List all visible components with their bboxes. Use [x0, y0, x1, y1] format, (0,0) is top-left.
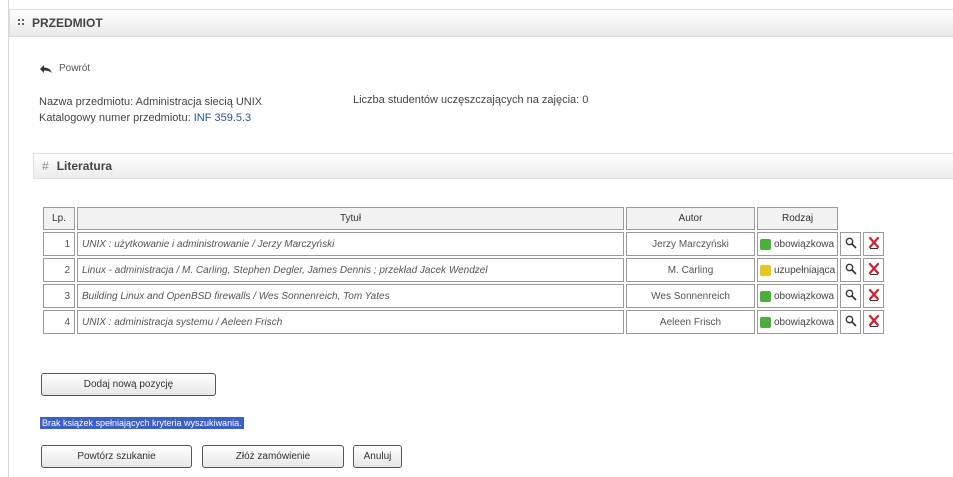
col-author: Autor [626, 207, 755, 230]
row-title: UNIX : administracja systemu / Aeleen Fr… [77, 310, 624, 334]
row-type: uzupełniająca [757, 258, 839, 282]
col-type: Rodzaj [757, 207, 839, 230]
row-lp: 2 [43, 258, 75, 282]
view-cell[interactable] [840, 232, 862, 256]
cancel-button[interactable]: Anuluj [353, 445, 402, 468]
catalog-number: INF 359.5.3 [193, 112, 252, 124]
delete-icon[interactable] [868, 236, 880, 249]
col-blank [863, 207, 884, 230]
students-count: 0 [582, 94, 589, 106]
delete-icon[interactable] [868, 262, 880, 275]
course-info: Nazwa przedmiotu: Administracja siecią U… [39, 94, 262, 126]
repeat-search-button[interactable]: Powtórz szukanie [41, 445, 192, 468]
place-order-button[interactable]: Złóż zamówienie [202, 445, 344, 468]
table-header-row: Lp. Tytuł Autor Rodzaj [43, 207, 884, 230]
table-row: 3 Building Linux and OpenBSD firewalls / … [43, 284, 885, 308]
students-label: Liczba studentów uczęszczających na zaję… [353, 94, 580, 106]
row-author: Jerzy Marczyński [626, 232, 755, 256]
book-icon [760, 316, 771, 328]
grip-icon [18, 19, 26, 27]
course-name: Administracja siecią UNIX [135, 96, 263, 108]
table-row: 2 Linux - administracja / M. Carling, Ste… [43, 258, 885, 282]
course-name-label: Nazwa przedmiotu: [39, 96, 134, 108]
catalog-label: Katalogowy numer przedmiotu: [39, 112, 191, 124]
hash-icon: # [42, 159, 49, 173]
literature-header: # Literatura [33, 153, 953, 179]
magnifier-icon[interactable] [845, 315, 857, 327]
col-blank [840, 207, 861, 230]
row-type: obowiązkowa [757, 284, 839, 308]
col-lp: Lp. [43, 207, 75, 230]
type-wrap: obowiązkowa [760, 316, 835, 328]
magnifier-icon[interactable] [845, 237, 857, 249]
book-icon [760, 290, 771, 302]
type-wrap: obowiązkowa [760, 290, 835, 302]
delete-cell[interactable] [863, 310, 885, 334]
type-label: obowiązkowa [774, 316, 835, 328]
row-type: obowiązkowa [757, 310, 839, 334]
back-label: Powrót [59, 63, 91, 74]
type-label: uzupełniająca [774, 264, 836, 276]
repeat-search-label: Powtórz szukanie [77, 451, 156, 462]
back-link[interactable]: Powrót [39, 63, 90, 74]
delete-cell[interactable] [863, 232, 885, 256]
row-lp: 1 [43, 232, 75, 256]
row-lp: 4 [43, 310, 75, 334]
type-wrap: obowiązkowa [760, 238, 835, 250]
row-author: Aeleen Frisch [626, 310, 755, 334]
literature-table: Lp. Tytuł Autor Rodzaj 1 UNIX : użytkowan… [41, 205, 886, 336]
table-body: 1 UNIX : użytkowanie i administrowanie / … [43, 232, 885, 334]
cancel-label: Anuluj [363, 451, 392, 462]
no-results-message: Brak książek spełniających kryteria wysz… [40, 417, 244, 429]
row-title: UNIX : użytkowanie i administrowanie / J… [77, 232, 624, 256]
section-title: PRZEDMIOT [32, 16, 103, 30]
literature-title: Literatura [56, 159, 113, 173]
students-info: Liczba studentów uczęszczających na zaję… [353, 94, 588, 106]
delete-cell[interactable] [863, 258, 885, 282]
magnifier-icon[interactable] [845, 289, 857, 301]
back-arrow-icon [40, 64, 52, 73]
row-author: M. Carling [626, 258, 755, 282]
place-order-label: Złóż zamówienie [235, 451, 311, 462]
type-wrap: uzupełniająca [760, 264, 836, 276]
book-icon [760, 238, 771, 250]
add-new-item-button[interactable]: Dodaj nową pozycję [41, 373, 216, 396]
row-author: Wes Sonnenreich [626, 284, 755, 308]
magnifier-icon[interactable] [845, 263, 857, 275]
table-row: 4 UNIX : administracja systemu / Aeleen F… [43, 310, 885, 334]
row-title: Building Linux and OpenBSD firewalls / W… [77, 284, 624, 308]
row-lp: 3 [43, 284, 75, 308]
add-new-item-label: Dodaj nową pozycję [83, 379, 174, 390]
col-title: Tytuł [77, 207, 624, 230]
view-cell[interactable] [840, 310, 862, 334]
delete-icon[interactable] [868, 288, 880, 301]
type-label: obowiązkowa [774, 290, 835, 302]
row-title: Linux - administracja / M. Carling, Step… [77, 258, 624, 282]
book-icon [760, 264, 771, 276]
delete-cell[interactable] [863, 284, 885, 308]
delete-icon[interactable] [868, 314, 880, 327]
view-cell[interactable] [840, 258, 862, 282]
type-label: obowiązkowa [774, 238, 835, 250]
table-row: 1 UNIX : użytkowanie i administrowanie / … [43, 232, 885, 256]
row-type: obowiązkowa [757, 232, 839, 256]
view-cell[interactable] [840, 284, 862, 308]
section-header: PRZEDMIOT [9, 9, 953, 37]
